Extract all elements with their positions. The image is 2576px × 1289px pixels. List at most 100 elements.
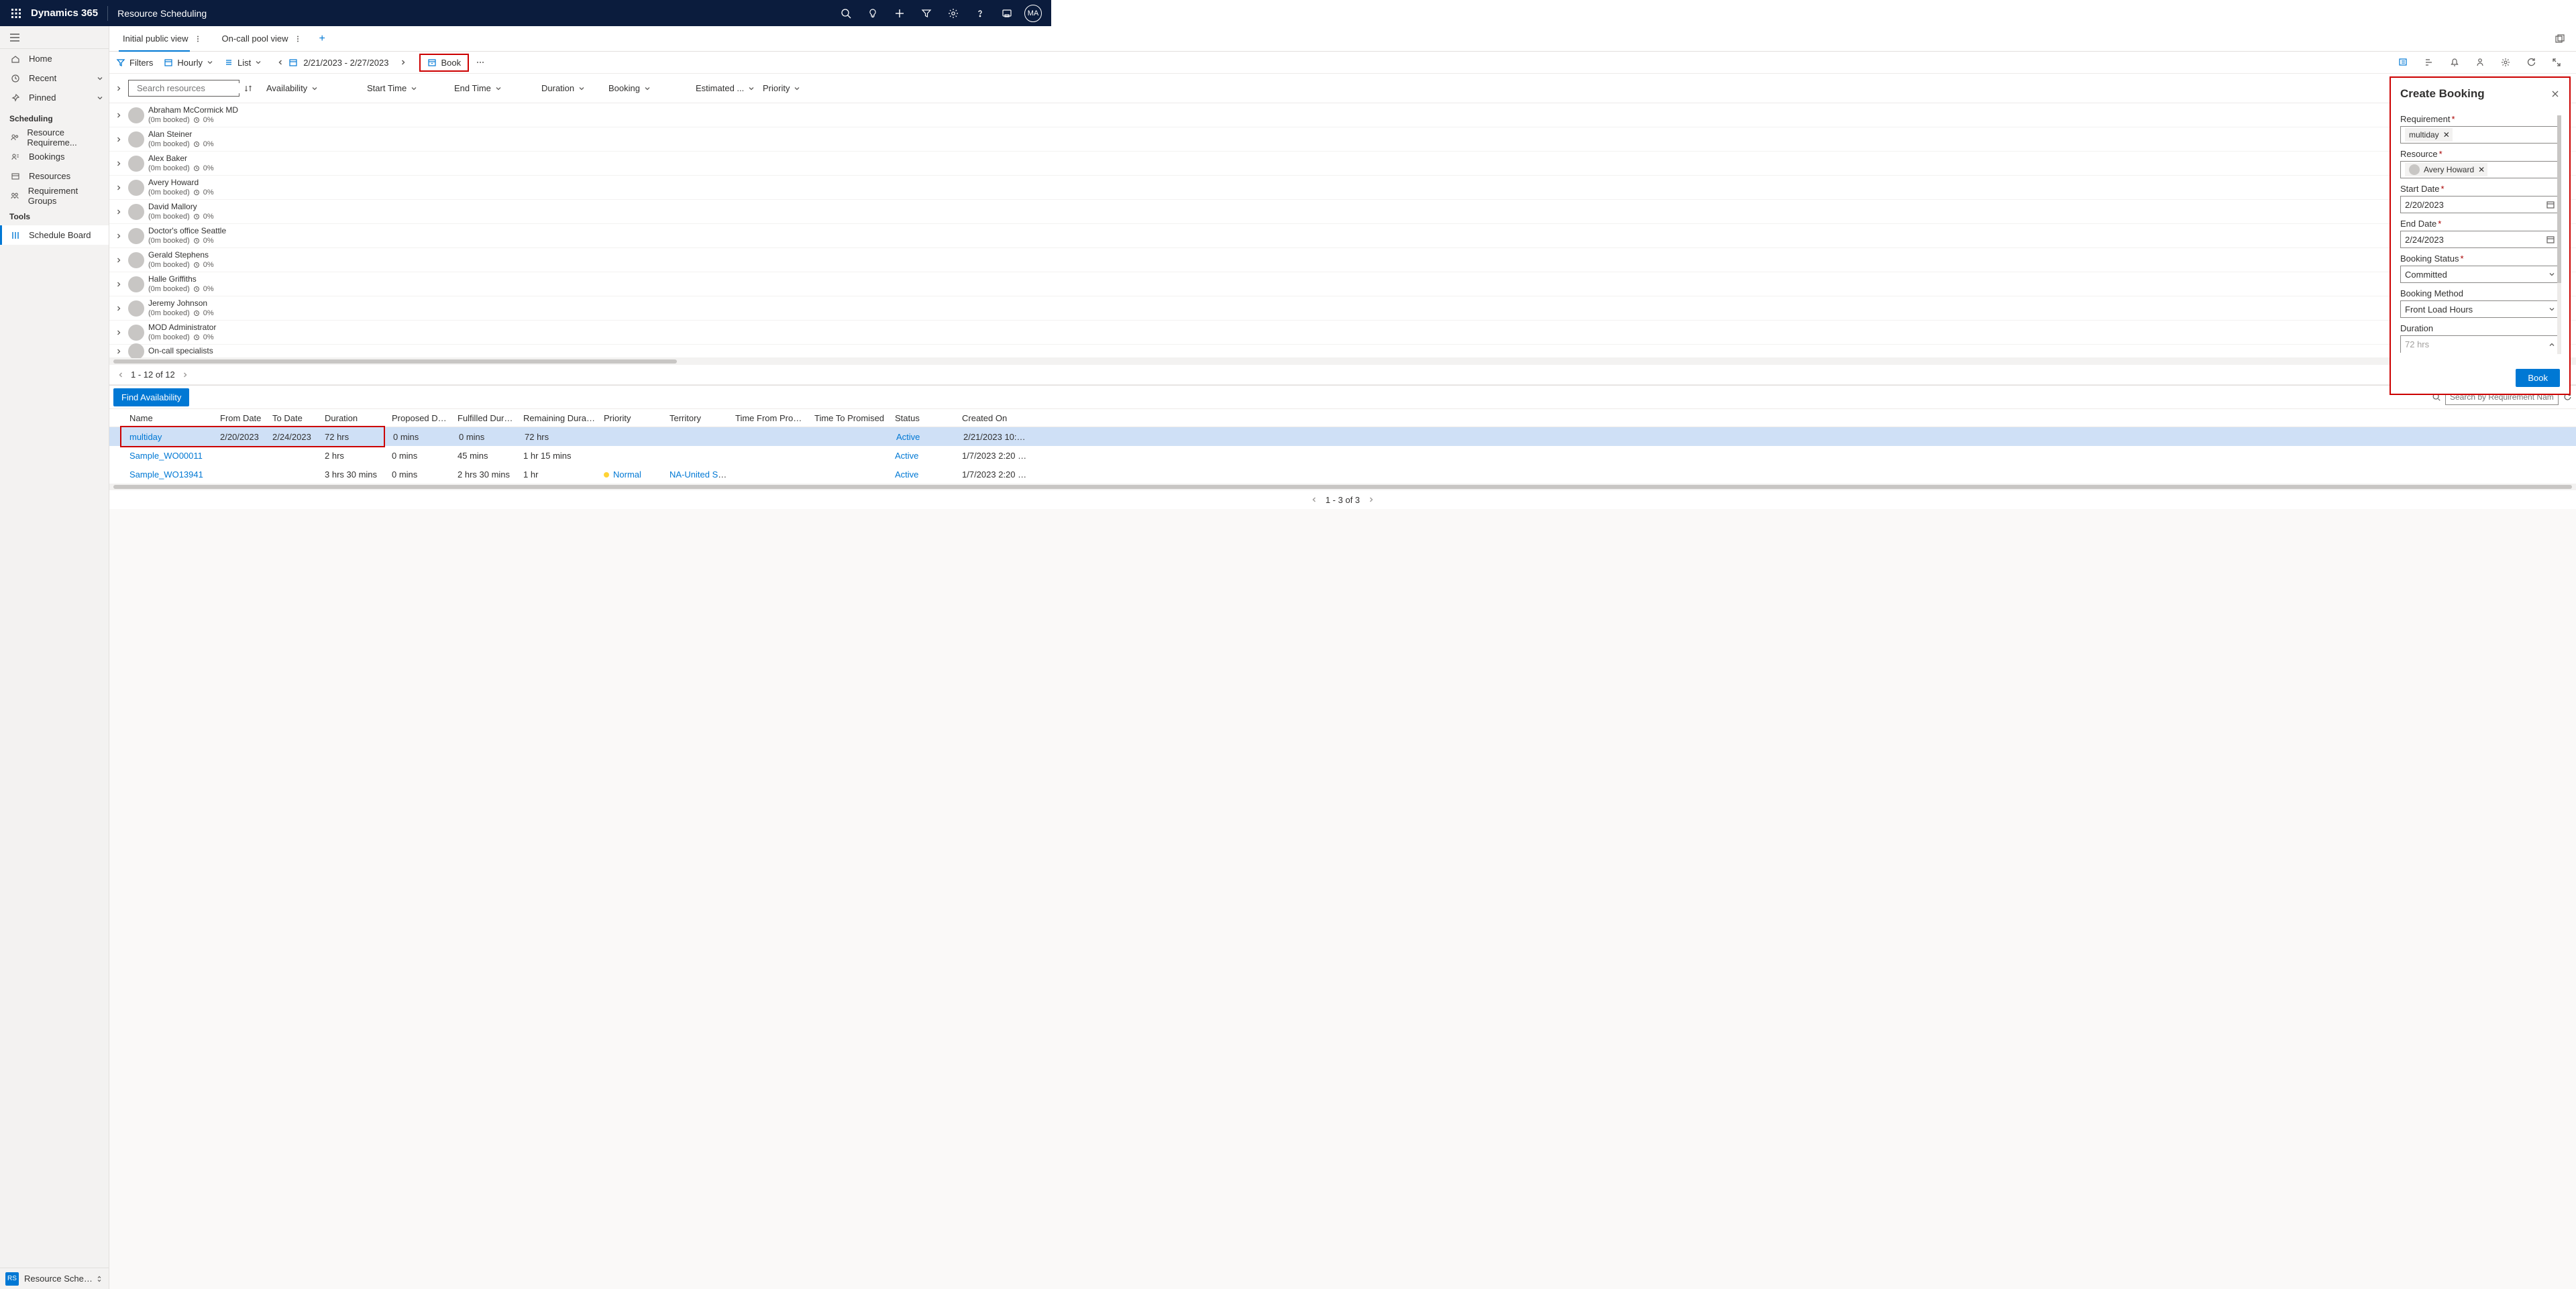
resource-row[interactable]: Avery Howard (0m booked)0%: [109, 176, 2576, 200]
module-label[interactable]: Resource Scheduling: [117, 8, 207, 19]
app-switcher[interactable]: RS Resource Schedul...: [0, 1268, 109, 1289]
map-icon[interactable]: [2474, 56, 2486, 68]
search-icon[interactable]: [833, 0, 859, 26]
col-estimated[interactable]: Estimated ...: [696, 83, 763, 93]
col-availability[interactable]: Availability: [266, 83, 367, 93]
app-launcher-icon[interactable]: [5, 3, 27, 24]
row-status[interactable]: Active: [896, 432, 920, 442]
remove-chip-icon[interactable]: ✕: [2478, 165, 2485, 174]
expand-row-icon[interactable]: [109, 184, 128, 191]
row-status[interactable]: Active: [895, 469, 918, 480]
expand-row-icon[interactable]: [109, 329, 128, 336]
resource-chip[interactable]: Avery Howard✕: [2405, 163, 2487, 176]
resource-row[interactable]: Abraham McCormick MD (0m booked)0%: [109, 103, 2576, 127]
row-name[interactable]: multiday: [129, 432, 162, 442]
expand-row-icon[interactable]: [109, 136, 128, 143]
panel-scrollbar[interactable]: [2557, 115, 2561, 354]
add-tab-button[interactable]: +: [313, 33, 332, 45]
settings-icon[interactable]: [2500, 56, 2512, 68]
gh-timefrom[interactable]: Time From Promis...: [727, 413, 806, 423]
expand-row-icon[interactable]: [109, 257, 128, 264]
requirement-chip[interactable]: multiday✕: [2405, 128, 2453, 142]
col-start-time[interactable]: Start Time: [367, 83, 454, 93]
nav-pinned[interactable]: Pinned: [0, 88, 109, 107]
assistant-icon[interactable]: [994, 0, 1020, 26]
gh-territory[interactable]: Territory: [661, 413, 727, 423]
gh-created[interactable]: Created On: [954, 413, 1028, 423]
popout-icon[interactable]: [2555, 34, 2572, 44]
expand-row-icon[interactable]: [109, 112, 128, 119]
scrollbar-thumb[interactable]: [113, 485, 2572, 489]
tab-menu-icon[interactable]: [194, 35, 203, 43]
resource-row[interactable]: MOD Administrator (0m booked)0%: [109, 321, 2576, 345]
expand-row-icon[interactable]: [109, 209, 128, 215]
scrollbar-thumb[interactable]: [2557, 115, 2561, 283]
col-booking[interactable]: Booking: [608, 83, 696, 93]
expand-row-icon[interactable]: [109, 233, 128, 239]
lightbulb-icon[interactable]: [859, 0, 886, 26]
nav-requirement-groups[interactable]: Requirement Groups: [0, 186, 109, 205]
plus-icon[interactable]: [886, 0, 913, 26]
list-dropdown[interactable]: List: [224, 58, 262, 68]
expand-row-icon[interactable]: [109, 281, 128, 288]
start-date-input[interactable]: 2/20/2023: [2400, 196, 2560, 213]
tab-menu-icon[interactable]: [294, 35, 303, 43]
search-resources-input[interactable]: [128, 80, 239, 97]
end-date-input[interactable]: 2/24/2023: [2400, 231, 2560, 248]
gh-fulfilled[interactable]: Fulfilled Durat...: [449, 413, 515, 423]
booking-status-select[interactable]: Committed: [2400, 266, 2560, 283]
gh-name[interactable]: Name: [121, 413, 212, 423]
gh-proposed[interactable]: Proposed Dur...: [384, 413, 449, 423]
nav-resources[interactable]: Resources: [0, 166, 109, 186]
expand-all-icon[interactable]: [109, 85, 128, 92]
filters-button[interactable]: Filters: [116, 58, 153, 68]
bell-icon[interactable]: [2449, 56, 2461, 68]
resource-row[interactable]: Halle Griffiths (0m booked)0%: [109, 272, 2576, 296]
grid-row[interactable]: multiday 2/20/2023 2/24/2023 72 hrs 0 mi…: [109, 427, 2576, 446]
more-icon[interactable]: [476, 58, 485, 67]
nav-schedule-board[interactable]: Schedule Board: [0, 225, 109, 245]
row-status[interactable]: Active: [895, 451, 918, 461]
booking-method-select[interactable]: Front Load Hours: [2400, 300, 2560, 318]
expand-row-icon[interactable]: [109, 160, 128, 167]
nav-recent[interactable]: Recent: [0, 68, 109, 88]
scrollbar-thumb[interactable]: [113, 359, 677, 363]
tab-initial-public-view[interactable]: Initial public view: [113, 26, 213, 52]
remove-chip-icon[interactable]: ✕: [2443, 130, 2450, 139]
grid-scrollbar[interactable]: [109, 484, 2576, 490]
grid-row[interactable]: Sample_WO00011 2 hrs 0 mins 45 mins 1 hr…: [109, 446, 2576, 465]
search-resources-field[interactable]: [137, 83, 255, 93]
resource-row[interactable]: Alex Baker (0m booked)0%: [109, 152, 2576, 176]
gh-priority[interactable]: Priority: [596, 413, 661, 423]
expand-row-icon[interactable]: [109, 305, 128, 312]
resource-row[interactable]: Jeremy Johnson (0m booked)0%: [109, 296, 2576, 321]
gear-icon[interactable]: [940, 0, 967, 26]
help-icon[interactable]: [967, 0, 994, 26]
row-name[interactable]: Sample_WO13941: [129, 469, 203, 480]
resource-input[interactable]: Avery Howard✕: [2400, 161, 2560, 178]
legend-icon[interactable]: [2398, 56, 2410, 68]
col-end-time[interactable]: End Time: [454, 83, 541, 93]
close-icon[interactable]: [2551, 89, 2560, 99]
date-range-picker[interactable]: 2/21/2023 - 2/27/2023: [288, 58, 388, 68]
grid-prev-button[interactable]: [1311, 496, 1318, 503]
next-range-button[interactable]: [395, 59, 411, 66]
nav-home[interactable]: Home: [0, 49, 109, 68]
calendar-icon[interactable]: [2546, 200, 2555, 209]
col-duration[interactable]: Duration: [541, 83, 608, 93]
gh-remaining[interactable]: Remaining Duration: [515, 413, 596, 423]
tab-on-call-pool-view[interactable]: On-call pool view: [213, 26, 313, 52]
horizontal-scrollbar[interactable]: [109, 358, 2576, 365]
refresh-icon[interactable]: [2525, 56, 2537, 68]
grid-next-button[interactable]: [1368, 496, 1375, 503]
find-availability-button[interactable]: Find Availability: [113, 388, 189, 406]
hamburger-icon[interactable]: [0, 26, 109, 49]
next-page-button[interactable]: [182, 372, 189, 378]
spin-up-icon[interactable]: [2548, 341, 2555, 348]
gh-to[interactable]: To Date: [264, 413, 317, 423]
prev-page-button[interactable]: [117, 372, 124, 378]
book-button[interactable]: Book: [419, 54, 469, 72]
gh-timeto[interactable]: Time To Promised: [806, 413, 887, 423]
resource-row[interactable]: Alan Steiner (0m booked)0%: [109, 127, 2576, 152]
sort-icon[interactable]: [244, 84, 253, 93]
